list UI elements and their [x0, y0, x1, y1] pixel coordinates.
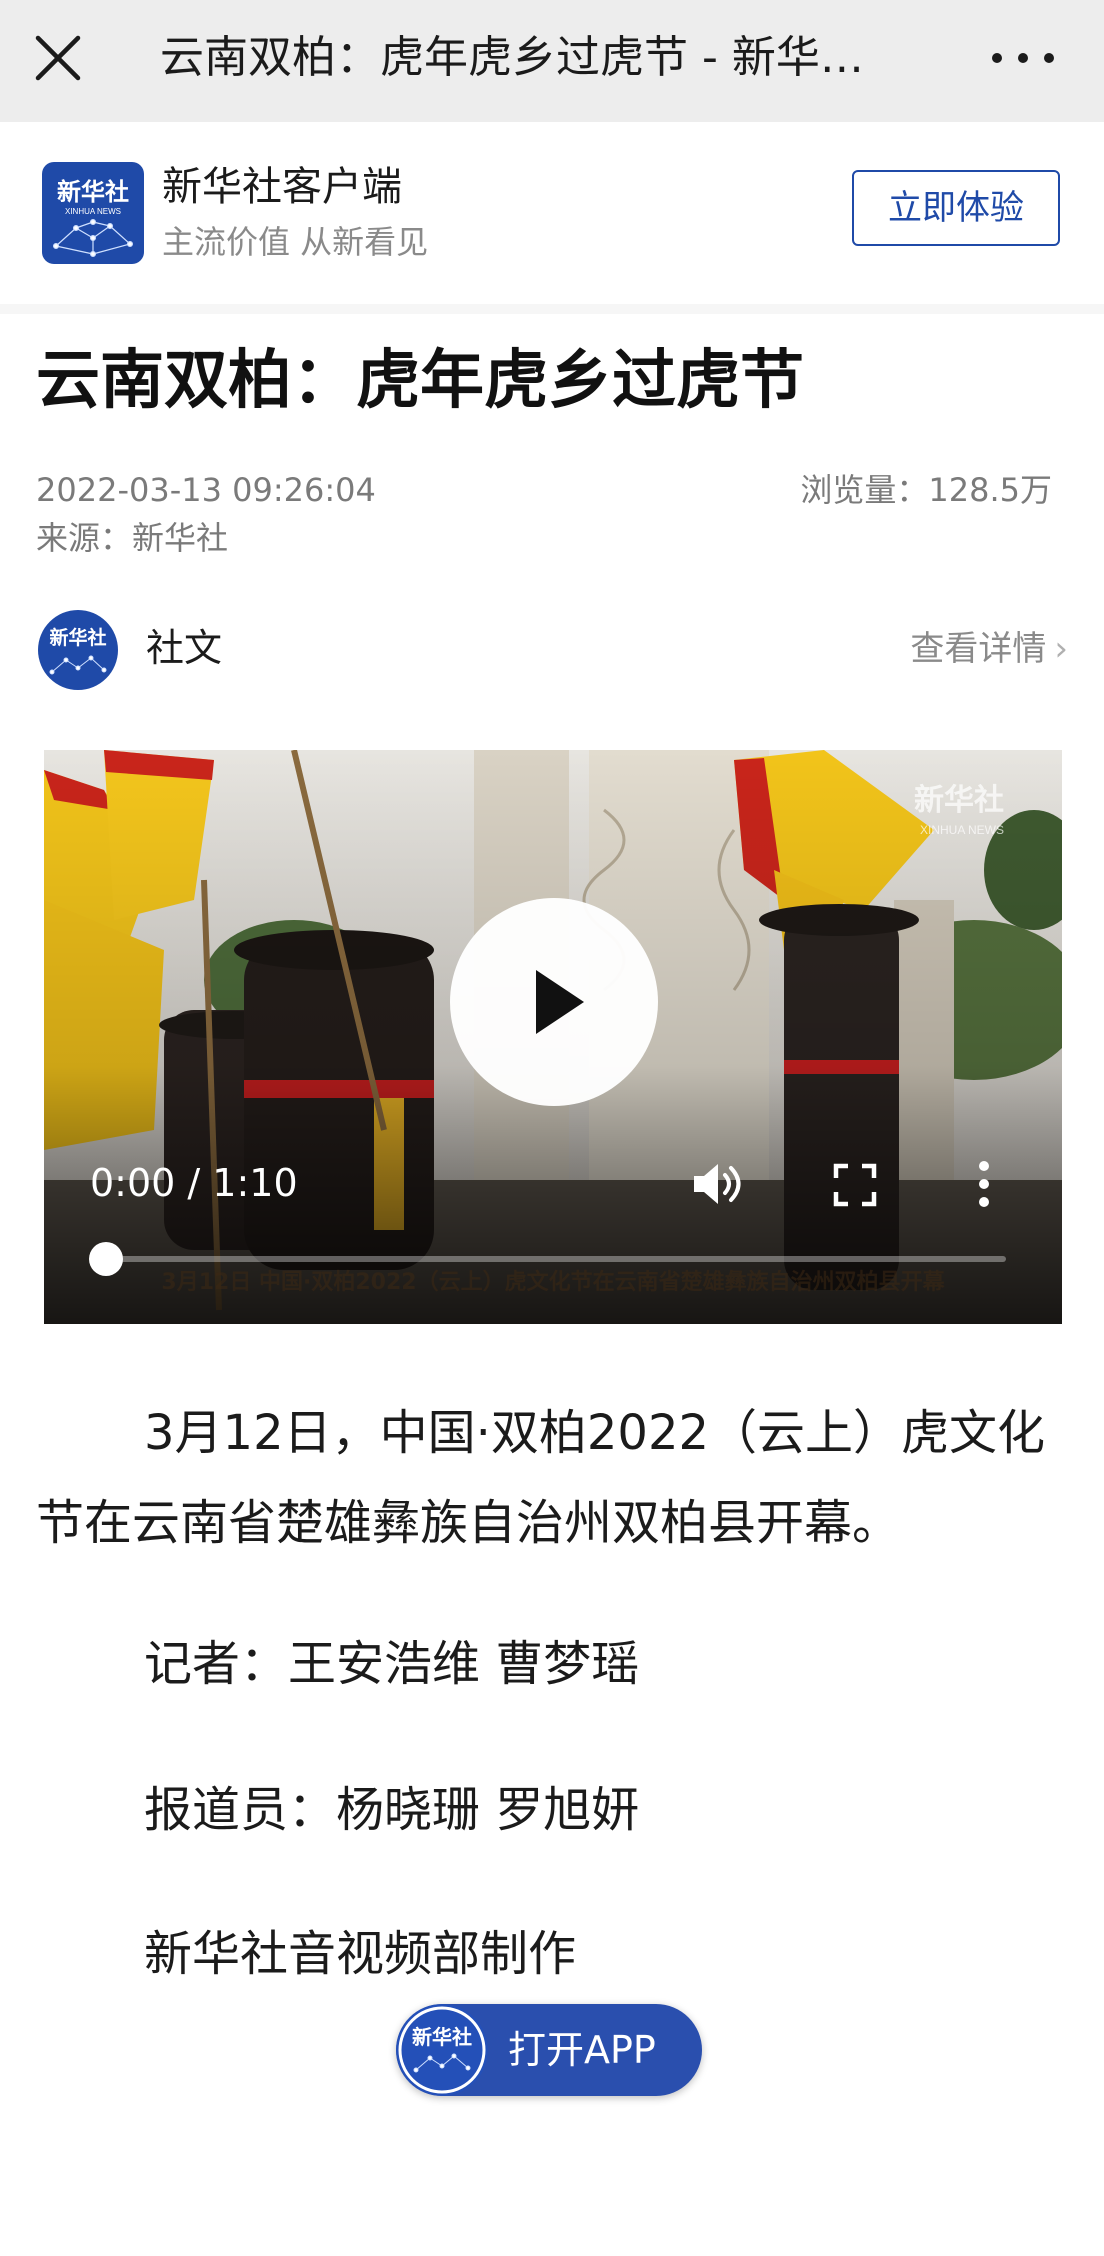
video-watermark-sub: XINHUA NEWS: [920, 823, 1004, 837]
publish-date: 2022-03-13 09:26:04: [36, 471, 376, 509]
fullscreen-icon: [833, 1163, 877, 1207]
play-icon: [536, 970, 584, 1034]
avatar-logo-text: 新华社: [49, 626, 106, 649]
author-name[interactable]: 社文: [146, 622, 222, 674]
play-button[interactable]: [450, 898, 658, 1106]
article-paragraph: 3月12日，中国·双柏2022（云上）虎文化节在云南省楚雄彝族自治州双柏县开幕。: [36, 1388, 1076, 1568]
video-player[interactable]: 新华社 XINHUA NEWS 0:00 / 1:10 3月12日 中国·双柏2…: [44, 750, 1062, 1324]
fullscreen-button[interactable]: [830, 1160, 880, 1210]
speaker-icon: [694, 1164, 741, 1204]
video-progress-bar[interactable]: [89, 1242, 1006, 1276]
xinhua-logo: 新华社 XINHUA NEWS: [42, 162, 144, 264]
video-time: 0:00 / 1:10: [90, 1161, 298, 1205]
producer-credit: 新华社音视频部制作: [144, 1926, 577, 1982]
top-navigation-bar: 云南双柏：虎年虎乡过虎节 - 新华…: [0, 0, 1104, 122]
article-source: 来源：新华社: [36, 519, 229, 557]
open-app-label: 打开APP: [508, 2028, 656, 2072]
more-options-button[interactable]: [984, 28, 1064, 88]
close-icon: [35, 35, 81, 81]
view-count: 浏览量：128.5万: [800, 471, 1052, 509]
window-title: 云南双柏：虎年虎乡过虎节 - 新华…: [160, 32, 864, 83]
video-menu-button[interactable]: [964, 1154, 1004, 1214]
video-watermark: 新华社: [914, 784, 1004, 817]
app-name: 新华社客户端: [162, 164, 402, 210]
more-dots-icon: [992, 53, 1002, 63]
app-slogan: 主流价值 从新看见: [162, 223, 429, 261]
more-dots-icon-dot: [1018, 53, 1028, 63]
open-app-button[interactable]: 新华社 打开APP: [396, 2004, 702, 2096]
article-headline: 云南双柏：虎年虎乡过虎节: [36, 344, 804, 418]
video-subtitle-caption: 3月12日 中国·双柏2022（云上）虎文化节在云南省楚雄彝族自治州双柏县开幕: [161, 1270, 945, 1295]
view-details-link[interactable]: 查看详情 ›: [910, 624, 1068, 674]
chevron-right-icon: ›: [1054, 629, 1068, 669]
author-avatar[interactable]: 新华社: [38, 610, 118, 690]
reporters-credit: 记者：王安浩维 曹梦瑶: [144, 1636, 640, 1692]
article-paragraph-text: 3月12日，中国·双柏2022（云上）虎文化节在云南省楚雄彝族自治州双柏县开幕。: [36, 1405, 1046, 1551]
logo-text: 新华社: [57, 178, 129, 206]
correspondents-credit: 报道员：杨晓珊 罗旭妍: [144, 1782, 640, 1838]
volume-button[interactable]: [688, 1156, 748, 1212]
logo-subtext: XINHUA NEWS: [65, 207, 121, 216]
view-details-label: 查看详情: [910, 629, 1047, 669]
try-now-button[interactable]: 立即体验: [852, 170, 1060, 246]
pill-logo-text: 新华社: [412, 2025, 472, 2049]
close-button[interactable]: [26, 26, 90, 90]
vertical-dots-icon: [979, 1161, 989, 1207]
more-dots-icon-dot: [1044, 53, 1054, 63]
xinhua-logo-small: 新华社: [396, 2004, 488, 2096]
app-promo-banner: 新华社 XINHUA NEWS 新华社客户端 主流价值 从新看见 立即体验: [0, 122, 1104, 314]
